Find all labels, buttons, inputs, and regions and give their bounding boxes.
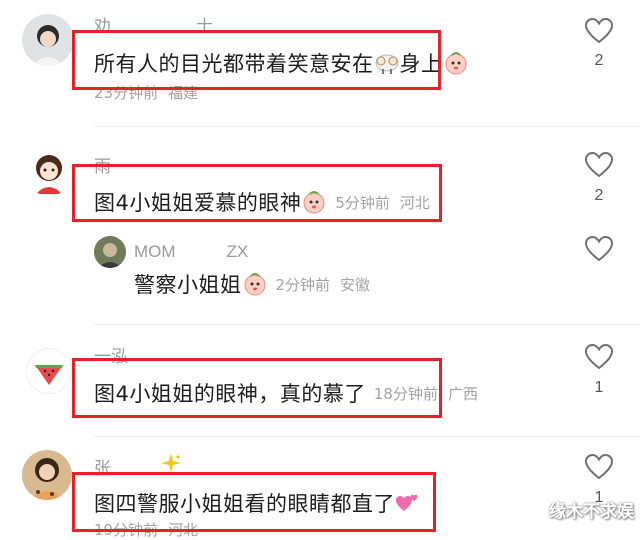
heart-icon[interactable] xyxy=(584,234,614,264)
divider xyxy=(94,324,640,325)
like-count: 1 xyxy=(594,379,604,396)
heart-icon[interactable] xyxy=(584,452,614,482)
comment-item: 劝 士 所有人的目光都带着笑意安在 身上 23分钟前 福建 2 xyxy=(0,0,640,120)
peach-face-emoji-icon xyxy=(443,51,469,80)
reply-time: 2分钟前 xyxy=(275,276,331,294)
highlight-box xyxy=(72,358,442,418)
reply-text-body: 警察小姐姐 xyxy=(134,273,242,297)
like-count: 2 xyxy=(594,52,604,69)
highlight-box xyxy=(72,30,441,90)
peach-face-emoji-icon xyxy=(242,272,268,301)
reply-avatar[interactable] xyxy=(94,236,126,268)
divider xyxy=(94,436,640,437)
highlight-box xyxy=(72,164,442,222)
comment-location: 广西 xyxy=(447,385,478,403)
heart-icon[interactable] xyxy=(584,150,614,180)
comment-item: 雨 图4小姐姐爱慕的眼神 5分钟前 河北 2 MOM ZX 警察小姐姐 2分钟前 安徽 xyxy=(0,140,640,320)
reply-username[interactable]: MOM ZX xyxy=(134,237,248,262)
highlight-box xyxy=(72,472,436,532)
divider xyxy=(94,126,640,127)
reply-meta: 2分钟前 安徽 xyxy=(276,276,371,294)
comment-item: 一泓 图4小姐姐的眼神，真的慕了 18分钟前 广西 1 xyxy=(0,336,640,436)
reply-location: 安徽 xyxy=(340,276,371,294)
avatar[interactable] xyxy=(26,150,72,196)
heart-icon[interactable] xyxy=(584,16,614,46)
avatar[interactable] xyxy=(26,348,72,394)
watermark: 缘木不求娱 xyxy=(549,502,634,522)
comment-item: 张 图四警服小姐姐看的眼睛都直了 19分钟前 河北 1 xyxy=(0,444,640,539)
avatar[interactable] xyxy=(22,450,72,500)
heart-icon[interactable] xyxy=(584,342,614,372)
avatar[interactable] xyxy=(22,14,74,66)
like-count: 2 xyxy=(594,187,604,204)
reply-text: 警察小姐姐 2分钟前 安徽 xyxy=(134,269,370,301)
